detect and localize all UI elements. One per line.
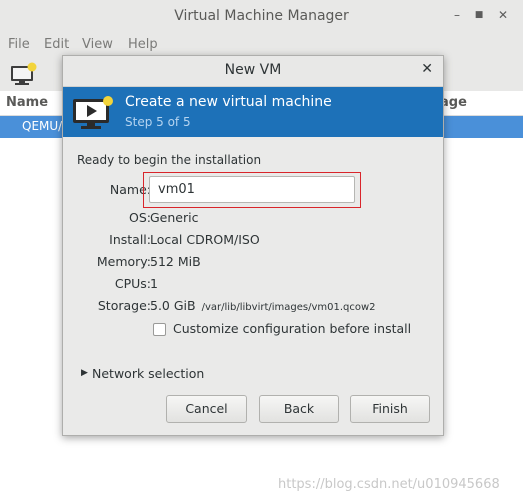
menu-help[interactable]: Help [128, 37, 158, 52]
main-titlebar: Virtual Machine Manager – ■ ✕ [0, 0, 523, 34]
customize-label: Customize configuration before install [173, 321, 412, 336]
menu-view[interactable]: View [82, 37, 113, 52]
cancel-button[interactable]: Cancel [166, 395, 247, 423]
storage-value-group: 5.0 GiB /var/lib/libvirt/images/vm01.qco… [150, 298, 376, 313]
storage-path: /var/lib/libvirt/images/vm01.qcow2 [201, 302, 376, 313]
new-vm-dialog: New VM ✕ Create a new virtual machine St… [62, 55, 444, 436]
minimize-icon[interactable]: – [448, 6, 466, 24]
main-window-title: Virtual Machine Manager [174, 8, 349, 24]
cpus-label: CPUs: [114, 276, 151, 291]
wizard-banner: Create a new virtual machine Step 5 of 5 [63, 87, 443, 137]
os-label: OS: [129, 210, 151, 225]
banner-step: Step 5 of 5 [125, 115, 191, 129]
expander-arrow-icon: ▶ [81, 368, 88, 378]
network-selection-label: Network selection [92, 366, 205, 381]
install-value: Local CDROM/ISO [150, 232, 260, 247]
new-vm-icon[interactable] [8, 61, 38, 87]
menu-file[interactable]: File [8, 37, 30, 52]
checkbox-box[interactable] [153, 323, 166, 336]
storage-label: Storage: [97, 298, 151, 313]
maximize-icon[interactable]: ■ [470, 6, 488, 24]
dialog-title: New VM [224, 62, 282, 78]
memory-label: Memory: [96, 254, 151, 269]
dialog-close-icon[interactable]: ✕ [421, 61, 433, 77]
memory-value: 512 MiB [150, 254, 201, 269]
watermark: https://blog.csdn.net/u010945668 [278, 477, 500, 492]
virtual-machine-icon [71, 95, 115, 131]
column-header-name[interactable]: Name [6, 95, 48, 110]
banner-title: Create a new virtual machine [125, 94, 332, 110]
dialog-titlebar: New VM ✕ [63, 56, 443, 87]
close-icon[interactable]: ✕ [494, 6, 512, 24]
finish-button[interactable]: Finish [350, 395, 430, 423]
storage-size: 5.0 GiB [150, 298, 196, 313]
name-field[interactable] [149, 176, 355, 203]
os-value: Generic [150, 210, 199, 225]
cpus-value: 1 [150, 276, 158, 291]
install-label: Install: [109, 232, 151, 247]
menubar: File Edit View Help [0, 33, 523, 57]
menu-edit[interactable]: Edit [44, 37, 69, 52]
back-button[interactable]: Back [259, 395, 339, 423]
column-header-usage[interactable]: age [440, 95, 467, 110]
ready-text: Ready to begin the installation [77, 153, 262, 167]
